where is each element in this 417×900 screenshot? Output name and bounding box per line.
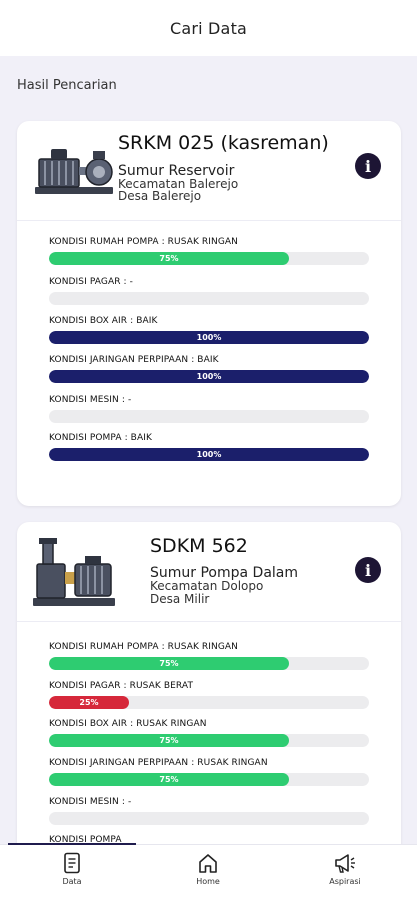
active-tab-indicator bbox=[8, 843, 136, 845]
condition-label: KONDISI PAGAR : RUSAK BERAT bbox=[49, 681, 194, 691]
info-icon[interactable]: i bbox=[355, 557, 381, 583]
asset-desa: Desa Balerejo bbox=[118, 189, 202, 203]
condition-bar bbox=[49, 812, 369, 825]
section-title: Hasil Pencarian bbox=[17, 78, 117, 93]
asset-kecamatan: Kecamatan Dolopo bbox=[150, 579, 264, 593]
nav-item-data[interactable]: Data bbox=[32, 852, 112, 886]
condition-fill: 100% bbox=[49, 370, 369, 383]
deep-well-pump-icon bbox=[31, 534, 117, 610]
app-bar: Cari Data bbox=[0, 0, 417, 56]
result-card[interactable]: SRKM 025 (kasreman) Sumur Reservoir Keca… bbox=[17, 121, 401, 506]
nav-label: Home bbox=[196, 877, 220, 886]
condition-bar bbox=[49, 292, 369, 305]
info-icon[interactable]: i bbox=[355, 153, 381, 179]
nav-item-aspirasi[interactable]: Aspirasi bbox=[305, 852, 385, 886]
condition-row: KONDISI BOX AIR : BAIK 100% bbox=[49, 316, 369, 344]
nav-label: Data bbox=[62, 877, 82, 886]
condition-fill: 75% bbox=[49, 734, 289, 747]
condition-label: KONDISI RUMAH POMPA : RUSAK RINGAN bbox=[49, 237, 239, 247]
condition-bar: 100% bbox=[49, 370, 369, 383]
condition-row: KONDISI PAGAR : RUSAK BERAT 25% bbox=[49, 681, 369, 709]
condition-label: KONDISI BOX AIR : BAIK bbox=[49, 316, 158, 326]
condition-row: KONDISI RUMAH POMPA : RUSAK RINGAN 75% bbox=[49, 642, 369, 670]
condition-bar: 75% bbox=[49, 734, 369, 747]
condition-bar: 75% bbox=[49, 657, 369, 670]
condition-bar: 100% bbox=[49, 331, 369, 344]
card-divider bbox=[17, 621, 401, 622]
pump-machine-icon bbox=[33, 139, 115, 199]
condition-row: KONDISI PAGAR : - bbox=[49, 277, 369, 305]
condition-row: KONDISI JARINGAN PERPIPAAN : RUSAK RINGA… bbox=[49, 758, 369, 786]
condition-bar bbox=[49, 410, 369, 423]
condition-fill: 100% bbox=[49, 331, 369, 344]
condition-label: KONDISI MESIN : - bbox=[49, 797, 132, 807]
condition-row: KONDISI RUMAH POMPA : RUSAK RINGAN 75% bbox=[49, 237, 369, 265]
nav-item-home[interactable]: Home bbox=[168, 852, 248, 886]
condition-row: KONDISI MESIN : - bbox=[49, 395, 369, 423]
result-card[interactable]: SDKM 562 Sumur Pompa Dalam Kecamatan Dol… bbox=[17, 522, 401, 882]
condition-row: KONDISI MESIN : - bbox=[49, 797, 369, 825]
page-title: Cari Data bbox=[169, 18, 248, 38]
condition-fill: 100% bbox=[49, 448, 369, 461]
condition-label: KONDISI RUMAH POMPA : RUSAK RINGAN bbox=[49, 642, 239, 652]
condition-row: KONDISI BOX AIR : RUSAK RINGAN 75% bbox=[49, 719, 369, 747]
condition-label: KONDISI POMPA : BAIK bbox=[49, 433, 152, 443]
condition-row: KONDISI JARINGAN PERPIPAAN : BAIK 100% bbox=[49, 355, 369, 383]
document-icon bbox=[64, 852, 80, 874]
condition-bar: 75% bbox=[49, 252, 369, 265]
condition-row: KONDISI POMPA : BAIK 100% bbox=[49, 433, 369, 461]
condition-label: KONDISI PAGAR : - bbox=[49, 277, 133, 287]
home-icon bbox=[199, 854, 217, 873]
card-divider bbox=[17, 220, 401, 221]
asset-desa: Desa Milir bbox=[150, 592, 210, 606]
condition-label: KONDISI BOX AIR : RUSAK RINGAN bbox=[49, 719, 207, 729]
asset-name: SRKM 025 (kasreman) bbox=[118, 132, 329, 154]
condition-bar: 100% bbox=[49, 448, 369, 461]
condition-fill: 75% bbox=[49, 657, 289, 670]
megaphone-icon bbox=[335, 854, 355, 873]
condition-bar: 25% bbox=[49, 696, 369, 709]
condition-fill: 75% bbox=[49, 773, 289, 786]
condition-label: KONDISI JARINGAN PERPIPAAN : BAIK bbox=[49, 355, 219, 365]
condition-label: KONDISI JARINGAN PERPIPAAN : RUSAK RINGA… bbox=[49, 758, 268, 768]
condition-fill: 25% bbox=[49, 696, 129, 709]
condition-label: KONDISI MESIN : - bbox=[49, 395, 132, 405]
condition-fill: 75% bbox=[49, 252, 289, 265]
condition-bar: 75% bbox=[49, 773, 369, 786]
asset-name: SDKM 562 bbox=[150, 535, 248, 557]
nav-label: Aspirasi bbox=[329, 877, 361, 886]
